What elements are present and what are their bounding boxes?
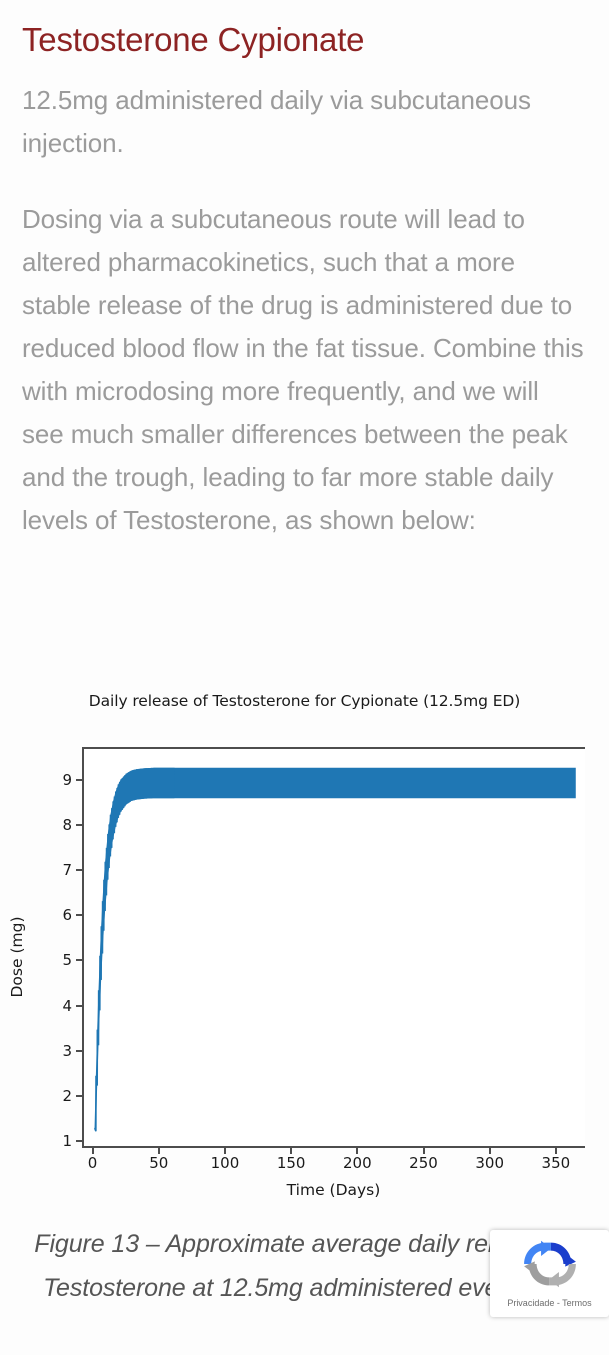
x-tick-mark bbox=[422, 1148, 425, 1154]
recaptcha-icon bbox=[523, 1240, 576, 1288]
y-tick-mark bbox=[76, 823, 82, 826]
y-tick-label: 6 bbox=[62, 906, 72, 925]
y-tick-mark bbox=[76, 959, 82, 962]
lead-paragraph: 12.5mg administered daily via subcutaneo… bbox=[22, 84, 531, 158]
y-tick-mark bbox=[76, 1004, 82, 1007]
figure-chart: Daily release of Testosterone for Cypion… bbox=[0, 660, 609, 1205]
recaptcha-privacy-terms[interactable]: Privacidade - Termos bbox=[490, 1298, 609, 1308]
y-axis-label: Dose (mg) bbox=[8, 916, 26, 998]
y-tick-label: 5 bbox=[62, 951, 72, 970]
page-title: Testosterone Cypionate bbox=[22, 21, 365, 58]
recaptcha-badge[interactable]: Privacidade - Termos bbox=[490, 1230, 609, 1317]
y-tick-mark bbox=[76, 1095, 82, 1097]
y-tick-label: 8 bbox=[62, 815, 72, 834]
y-tick-mark bbox=[76, 1049, 82, 1052]
x-tick-label: 200 bbox=[342, 1154, 372, 1172]
x-tick-label: 150 bbox=[276, 1154, 306, 1172]
y-tick-label: 7 bbox=[62, 860, 72, 879]
series-daily-release bbox=[93, 767, 576, 1132]
plot-area bbox=[82, 747, 585, 1148]
x-tick-label: 300 bbox=[475, 1154, 505, 1172]
x-tick-mark bbox=[91, 1148, 94, 1154]
article-content: Testosterone Cypionate 12.5mg administer… bbox=[22, 0, 587, 542]
x-tick-mark bbox=[290, 1148, 293, 1154]
y-tick-mark bbox=[76, 914, 82, 917]
x-tick-mark bbox=[554, 1148, 557, 1154]
y-tick-mark bbox=[76, 1140, 82, 1143]
x-tick-label: 0 bbox=[87, 1154, 98, 1172]
y-tick-label: 3 bbox=[62, 1041, 72, 1060]
x-tick-label: 250 bbox=[409, 1154, 438, 1172]
x-tick-mark bbox=[223, 1148, 226, 1154]
x-tick-label: 100 bbox=[210, 1154, 240, 1172]
x-tick-label: 50 bbox=[149, 1154, 169, 1172]
y-tick-mark bbox=[76, 868, 82, 871]
x-tick-mark bbox=[488, 1148, 491, 1154]
chart-container: Daily release of Testosterone for Cypion… bbox=[0, 660, 609, 1205]
y-tick-label: 1 bbox=[62, 1132, 72, 1151]
x-tick-mark bbox=[157, 1148, 160, 1154]
x-tick-label: 350 bbox=[541, 1154, 571, 1172]
body-paragraph: Dosing via a subcutaneous route will lea… bbox=[22, 203, 584, 535]
y-tick-mark bbox=[76, 778, 82, 781]
y-tick-label: 4 bbox=[62, 996, 72, 1015]
y-tick-label: 9 bbox=[62, 770, 72, 789]
y-tick-label: 2 bbox=[62, 1087, 72, 1105]
x-axis-label: Time (Days) bbox=[286, 1181, 381, 1199]
chart-title: Daily release of Testosterone for Cypion… bbox=[88, 692, 521, 710]
x-tick-mark bbox=[356, 1148, 359, 1154]
